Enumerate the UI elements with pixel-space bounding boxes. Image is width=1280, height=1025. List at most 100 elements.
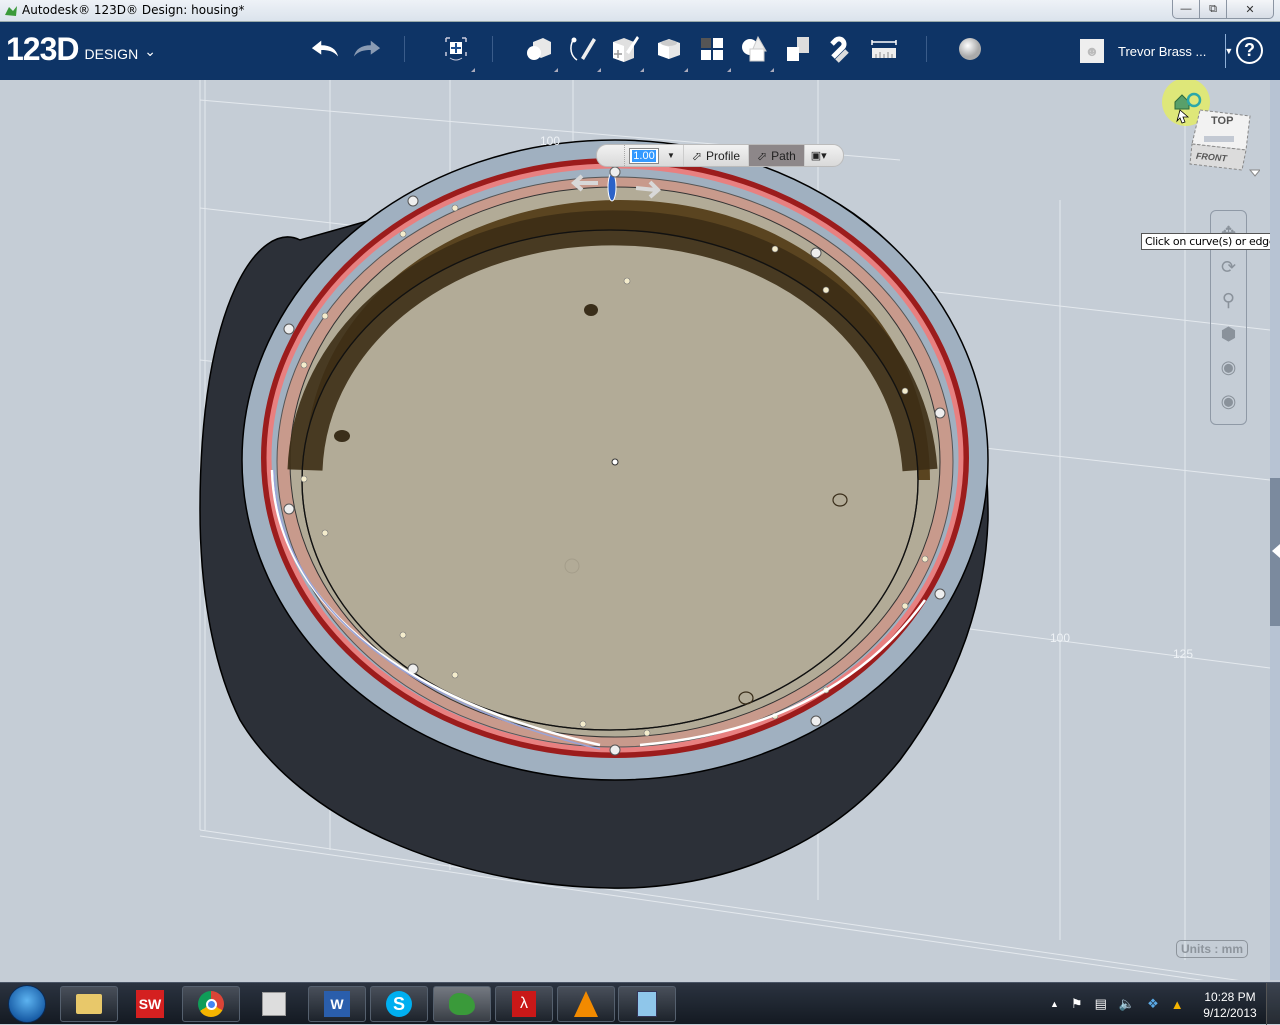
logo-sub: DESIGN: [84, 46, 139, 62]
path-button[interactable]: ⬀ Path: [748, 145, 804, 166]
construct-icon: [613, 36, 639, 62]
primitives-icon: [527, 38, 551, 60]
skype-icon: S: [386, 991, 412, 1017]
folder-icon: [76, 994, 102, 1014]
pattern-button[interactable]: [697, 34, 731, 72]
restore-button[interactable]: ⧉: [1200, 0, 1227, 18]
taskbar-acrobat[interactable]: λ: [495, 986, 553, 1022]
measure-button[interactable]: [869, 34, 899, 64]
grouping-shapes-icon: [742, 35, 767, 62]
user-account-menu[interactable]: ☻ Trevor Brass ... ▼: [1080, 39, 1233, 63]
undo-arrow-icon: [311, 40, 339, 57]
toolbar-separator: [1225, 34, 1226, 68]
taskbar-file-explorer[interactable]: [60, 986, 118, 1022]
dropbox-icon[interactable]: ❖: [1147, 996, 1159, 1012]
sketch-pencil-icon: [570, 37, 596, 61]
windows-taskbar: SW W S λ ▲ ⚑ ▤ 🔈 ❖ ▲ 10:28 PM 9/12/2013: [0, 982, 1280, 1025]
main-toolbar: 123D DESIGN ⌄ ☻ Trevor Brass ... ▼ ?: [0, 22, 1280, 80]
toolbar-separator: [492, 36, 493, 62]
modify-button[interactable]: [654, 34, 688, 72]
profile-button[interactable]: ⬀ Profile: [682, 145, 748, 166]
volume-icon[interactable]: 🔈: [1119, 996, 1135, 1012]
solidworks-icon: SW: [136, 990, 164, 1018]
show-hidden-icon[interactable]: ▲: [1050, 999, 1059, 1009]
word-icon: W: [324, 991, 350, 1017]
side-panel-toggle[interactable]: [1270, 80, 1280, 980]
avatar: ☻: [1080, 39, 1104, 63]
calculator-icon: [637, 991, 657, 1017]
recorder-icon: [262, 992, 286, 1016]
primitives-button[interactable]: [524, 34, 558, 72]
toolbar-separator: [404, 36, 405, 62]
app-menu-button[interactable]: 123D DESIGN ⌄: [6, 32, 156, 66]
cursor-arrow-icon: ⬀: [757, 148, 768, 163]
orbit-button[interactable]: ⟳: [1215, 254, 1243, 280]
taskbar-123d-design[interactable]: [433, 986, 491, 1022]
visibility-button[interactable]: ◉: [1215, 388, 1243, 414]
sketch-button[interactable]: [567, 34, 601, 72]
units-indicator[interactable]: Units : mm: [1176, 940, 1249, 958]
tooltip: Click on curve(s) or edge(s): [1141, 233, 1280, 250]
taskbar-chrome[interactable]: [182, 986, 240, 1022]
start-button[interactable]: [8, 985, 46, 1023]
taskbar-vlc[interactable]: [557, 986, 615, 1022]
view-mode-icon: ◉: [1220, 357, 1237, 378]
taskbar-calculator[interactable]: [618, 986, 676, 1022]
redo-arrow-icon: [353, 40, 381, 57]
snap-magnet-icon: [830, 36, 849, 63]
zoom-button[interactable]: ⚲: [1215, 288, 1243, 314]
google-drive-icon[interactable]: ▲: [1171, 997, 1184, 1012]
chevron-down-icon: ⌄: [144, 43, 156, 59]
snap-button[interactable]: [826, 34, 856, 64]
taskbar-word[interactable]: W: [308, 986, 366, 1022]
expand-panel-icon: [1272, 544, 1280, 558]
taskbar-screen-recorder[interactable]: [245, 986, 303, 1022]
zoom-icon: ⚲: [1221, 290, 1236, 311]
clock-time: 10:28 PM: [1204, 990, 1256, 1004]
value-input[interactable]: 1.00: [629, 147, 659, 164]
operation-mode-dropdown[interactable]: ▣▾: [803, 145, 833, 166]
3d-viewport[interactable]: 100 100 125: [0, 80, 1270, 980]
show-desktop-button[interactable]: [1266, 983, 1280, 1025]
construct-button[interactable]: [610, 34, 644, 72]
view-mode-button[interactable]: ◉: [1215, 355, 1243, 381]
clock-date: 9/12/2013: [1203, 1006, 1257, 1020]
clock[interactable]: 10:28 PM 9/12/2013: [1200, 989, 1260, 1021]
transform-move-icon: [445, 37, 467, 61]
grouping-button[interactable]: [740, 34, 774, 72]
help-button[interactable]: ?: [1236, 37, 1263, 64]
model-scene: [199, 80, 1270, 980]
viewcube-top-label: TOP: [1211, 115, 1233, 127]
grid-label: 100: [540, 134, 561, 148]
close-button[interactable]: ✕: [1227, 0, 1273, 18]
viewcube-menu-icon[interactable]: [1248, 169, 1262, 177]
action-center-flag-icon[interactable]: ⚑: [1071, 996, 1083, 1012]
logo-main: 123D: [6, 31, 79, 67]
taskbar-skype[interactable]: S: [370, 986, 428, 1022]
fit-view-button[interactable]: ⬢: [1215, 321, 1243, 347]
modify-icon: [658, 39, 680, 59]
window-titlebar: Autodesk® 123D® Design: housing* — ⧉ ✕: [0, 0, 1280, 22]
undo-button[interactable]: [310, 34, 340, 64]
redo-button[interactable]: [352, 34, 382, 64]
value-dropdown-icon[interactable]: ▼: [667, 151, 675, 160]
eye-icon: ◉: [1220, 390, 1237, 411]
drag-grip[interactable]: [597, 145, 625, 166]
window-title: Autodesk® 123D® Design: housing*: [22, 3, 245, 17]
material-sphere-icon: [959, 38, 981, 60]
combine-button[interactable]: [783, 34, 813, 64]
measure-ruler-icon: [871, 40, 897, 58]
merge-mode-icon: ▣▾: [810, 150, 827, 162]
chrome-icon: [198, 991, 224, 1017]
minimize-button[interactable]: —: [1173, 0, 1200, 18]
pattern-grid-icon: [701, 38, 723, 60]
viewcube[interactable]: TOP FRONT: [1160, 78, 1262, 180]
network-icon[interactable]: ▤: [1095, 996, 1107, 1012]
transform-button[interactable]: [441, 34, 475, 72]
fit-view-icon: ⬢: [1220, 323, 1237, 344]
acrobat-icon: λ: [512, 991, 536, 1017]
taskbar-solidworks[interactable]: SW: [121, 986, 179, 1022]
material-button[interactable]: [955, 34, 985, 64]
cursor-arrow-icon: ⬀: [691, 148, 702, 163]
vlc-cone-icon: [574, 991, 598, 1017]
